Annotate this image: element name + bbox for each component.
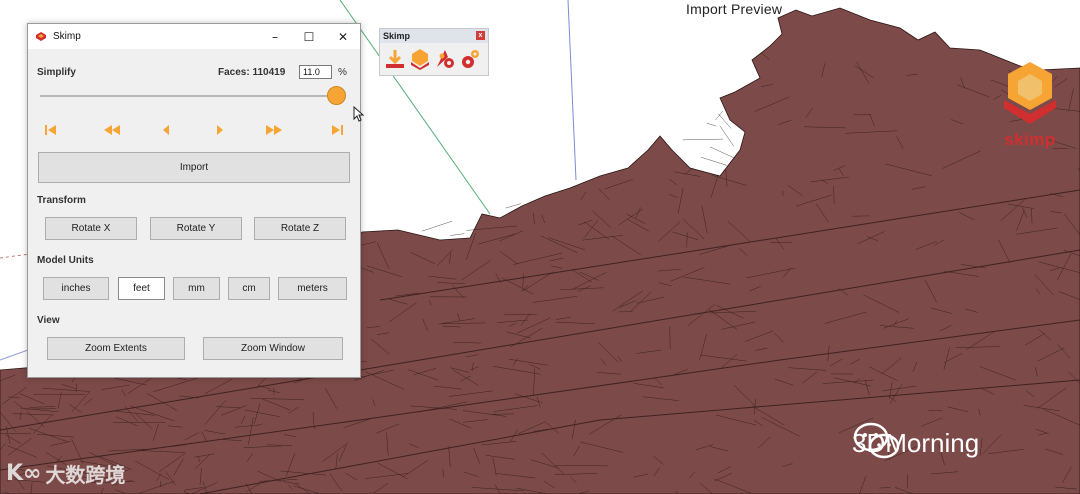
toolbar-import-button[interactable] bbox=[384, 47, 406, 71]
toolbar-tools-button[interactable] bbox=[459, 47, 481, 71]
skimp-logo-icon bbox=[1004, 62, 1056, 124]
import-button[interactable]: Import bbox=[38, 152, 350, 183]
simplify-icon bbox=[411, 49, 429, 70]
faces-readout: Faces: 110419 bbox=[218, 67, 285, 78]
simplify-label: Simplify bbox=[37, 67, 76, 78]
rotate-x-button[interactable]: Rotate X bbox=[45, 217, 137, 240]
toolbar-close-icon[interactable]: x bbox=[476, 31, 485, 40]
simplify-slider-thumb[interactable] bbox=[326, 86, 346, 105]
toolbar-simplify-button[interactable] bbox=[409, 47, 431, 71]
unit-mm-button[interactable]: mm bbox=[173, 277, 220, 300]
faces-label: Faces: bbox=[218, 67, 250, 78]
model-units-label: Model Units bbox=[37, 255, 94, 266]
zoom-window-button[interactable]: Zoom Window bbox=[203, 337, 343, 360]
watermark-logo-icon: K∞ bbox=[6, 460, 42, 486]
transform-label: Transform bbox=[37, 195, 86, 206]
back-icon bbox=[163, 125, 169, 135]
first-icon bbox=[45, 125, 56, 135]
dialog-titlebar[interactable]: Skimp – ☐ ✕ bbox=[28, 24, 360, 49]
dialog-title: Skimp bbox=[53, 31, 81, 42]
watermark-left: K∞ 大数跨境 bbox=[6, 458, 125, 488]
view-label: View bbox=[37, 315, 60, 326]
close-button[interactable]: ✕ bbox=[326, 24, 360, 49]
toolbar-settings-button[interactable] bbox=[434, 47, 456, 71]
last-step-button[interactable] bbox=[328, 123, 346, 137]
fast-back-icon bbox=[104, 125, 120, 135]
toolbar-title-bar[interactable]: Skimp x bbox=[380, 29, 488, 43]
tools-icon bbox=[462, 50, 479, 68]
unit-meters-button[interactable]: meters bbox=[278, 277, 347, 300]
forward-button[interactable] bbox=[212, 123, 228, 137]
unit-feet-button[interactable]: feet bbox=[118, 277, 165, 300]
mouse-cursor-icon bbox=[353, 106, 365, 122]
percent-sign: % bbox=[338, 67, 347, 78]
first-step-button[interactable] bbox=[42, 123, 60, 137]
skimp-brand-logo: skimp bbox=[998, 60, 1062, 156]
rotate-y-button[interactable]: Rotate Y bbox=[150, 217, 242, 240]
minimize-button[interactable]: – bbox=[258, 24, 292, 49]
skimp-dialog: Skimp – ☐ ✕ Simplify Faces: 110419 % bbox=[27, 23, 365, 378]
skimp-app-icon bbox=[36, 31, 46, 41]
fast-forward-icon bbox=[266, 125, 282, 135]
faces-count: 110419 bbox=[252, 67, 286, 78]
settings-icon bbox=[437, 50, 454, 68]
last-icon bbox=[332, 125, 343, 135]
unit-inches-button[interactable]: inches bbox=[43, 277, 109, 300]
simplify-slider-track[interactable] bbox=[40, 95, 336, 97]
blue-axis-line bbox=[567, 0, 577, 181]
zoom-extents-button[interactable]: Zoom Extents bbox=[47, 337, 185, 360]
skimp-toolbar: Skimp x bbox=[379, 28, 489, 76]
toolbar-title: Skimp bbox=[383, 31, 411, 41]
fast-forward-button[interactable] bbox=[262, 123, 286, 137]
watermark-right: 3DMorning bbox=[852, 421, 979, 465]
watermark-left-text: 大数跨境 bbox=[45, 464, 126, 487]
simplify-percent-input[interactable] bbox=[299, 65, 332, 79]
skimp-logo-text: skimp bbox=[1004, 130, 1056, 149]
back-button[interactable] bbox=[158, 123, 174, 137]
unit-cm-button[interactable]: cm bbox=[228, 277, 270, 300]
red-axis-line bbox=[0, 253, 31, 259]
import-preview-title: Import Preview bbox=[686, 1, 783, 17]
import-icon bbox=[386, 50, 404, 68]
simplify-step-controls bbox=[28, 123, 362, 137]
forward-icon bbox=[217, 125, 223, 135]
maximize-button[interactable]: ☐ bbox=[292, 24, 326, 49]
rotate-z-button[interactable]: Rotate Z bbox=[254, 217, 346, 240]
fast-back-button[interactable] bbox=[100, 123, 124, 137]
blue-axis-line-left bbox=[0, 349, 29, 361]
wechat-icon bbox=[853, 422, 900, 459]
